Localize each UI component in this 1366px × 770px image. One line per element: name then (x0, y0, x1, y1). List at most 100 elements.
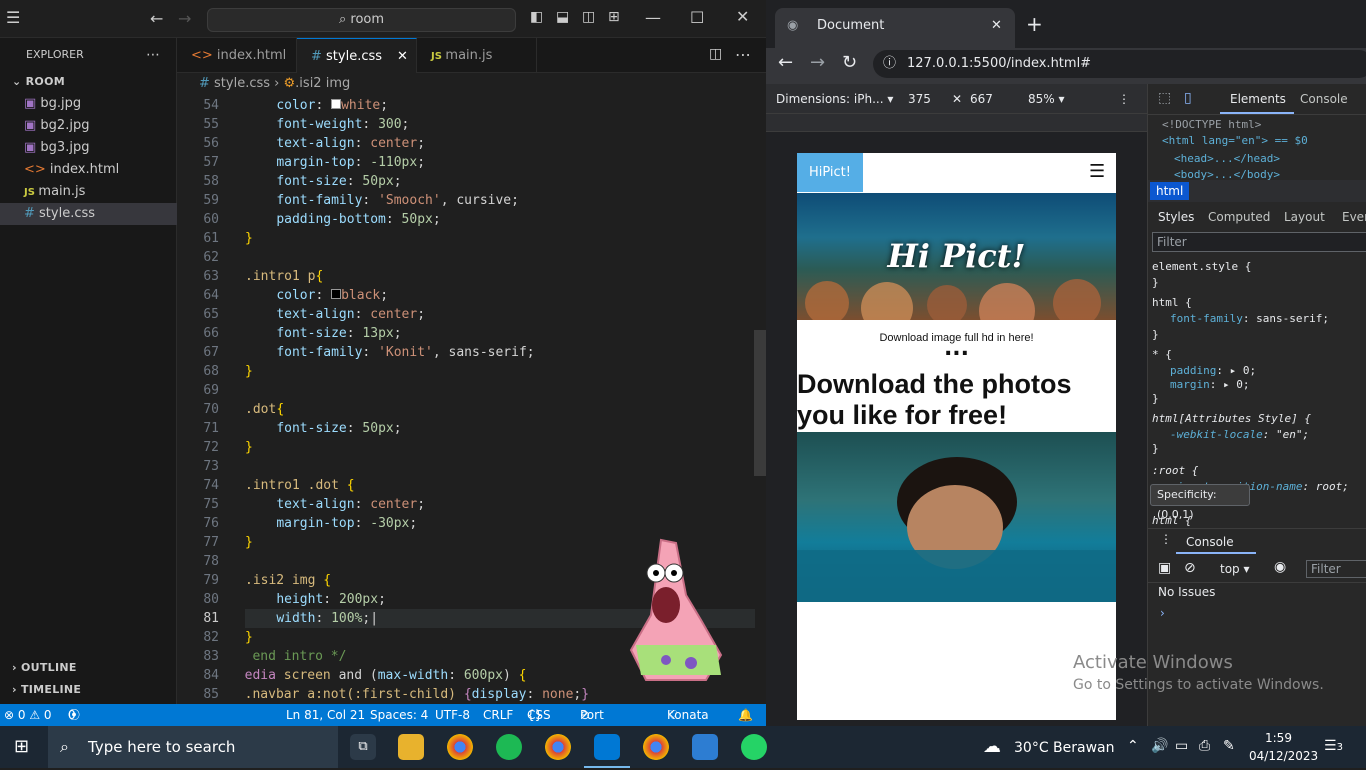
outline-section[interactable]: › OUTLINE (0, 657, 177, 679)
toggle-panel-icon[interactable]: ⬓ (556, 9, 569, 25)
address-bar[interactable]: ⓘ 127.0.0.1:5500/index.html# (873, 50, 1366, 78)
spotify-icon[interactable] (496, 734, 522, 760)
search-placeholder: Type here to search (88, 738, 236, 756)
tab-computed[interactable]: Computed (1208, 210, 1270, 224)
bell-icon[interactable]: 🔔 (738, 704, 753, 726)
chrome-sa-icon[interactable] (643, 734, 669, 760)
chevron-up-icon[interactable]: ⌃ (1127, 738, 1139, 754)
page-logo[interactable]: HiPict! (797, 153, 863, 192)
network-icon[interactable]: ⎙ (1199, 738, 1210, 754)
file-item-style[interactable]: # style.css (0, 203, 177, 225)
vscode-icon[interactable] (594, 734, 620, 760)
sidebar-toggle-icon[interactable]: ▣ (1158, 560, 1171, 576)
head-node[interactable]: <head>...</head> (1174, 152, 1280, 165)
clock-time[interactable]: 1:59 (1265, 731, 1292, 745)
browser-tab[interactable]: ◉ Document ✕ (775, 8, 1015, 48)
crumb-html[interactable]: html (1150, 182, 1190, 200)
file-item-index[interactable]: <> index.html (0, 159, 177, 181)
drawer-tab-console[interactable]: Console (1186, 535, 1234, 549)
menu-icon[interactable]: ☰ (6, 8, 20, 27)
close-tab-icon[interactable]: ✕ (991, 8, 1002, 44)
file-item-main[interactable]: JS main.js (0, 181, 177, 203)
back-arrow-icon[interactable]: ← (150, 9, 163, 28)
forward-arrow-icon[interactable]: → (178, 9, 191, 28)
indentation[interactable]: Spaces: 4 (370, 704, 428, 726)
url-text: 127.0.0.1:5500/index.html# (907, 56, 1092, 71)
more-options-icon[interactable]: ⋮ (1118, 84, 1130, 114)
problems-indicator[interactable]: ⊗ 0 ⚠ 0 (4, 704, 52, 726)
photos-icon[interactable] (692, 734, 718, 760)
device-label: Dimensions: iPh... (776, 92, 884, 106)
console-filter-input[interactable]: Filter (1306, 560, 1366, 578)
notifications-icon[interactable]: ☰3 (1324, 738, 1343, 754)
forward-arrow-icon[interactable]: → (810, 52, 825, 73)
eye-icon[interactable]: ◉ (1274, 559, 1286, 575)
folder-root[interactable]: ⌄ ROOM (0, 71, 177, 93)
windows-start-icon[interactable]: ⊞ (14, 736, 29, 757)
cursor-position[interactable]: Ln 81, Col 21 (286, 704, 365, 726)
pen-icon[interactable]: ✎ (1223, 738, 1235, 754)
split-editor-icon[interactable]: ◫ (709, 46, 722, 62)
device-toggle-icon[interactable]: ▯ (1184, 90, 1192, 106)
encoding[interactable]: UTF-8 (435, 704, 470, 726)
breadcrumb-symbol[interactable]: .isi2 img (295, 76, 350, 91)
tab-event-listeners[interactable]: Event (1342, 210, 1366, 224)
timeline-section[interactable]: › TIMELINE (0, 679, 177, 701)
device-select[interactable]: Dimensions: iPh... ▾ (776, 84, 893, 114)
new-tab-icon[interactable]: + (1026, 12, 1043, 36)
whatsapp-icon[interactable] (741, 734, 767, 760)
volume-icon[interactable]: 🔊 (1151, 738, 1168, 754)
console-prompt-icon[interactable]: › (1160, 606, 1165, 620)
file-label: index.html (49, 162, 120, 177)
tab-main-js[interactable]: JS main.js (417, 38, 537, 73)
minimize-icon[interactable]: — (645, 8, 661, 27)
more-actions-icon[interactable]: ⋯ (146, 44, 166, 66)
symbol-icon: ⚙ (283, 76, 296, 91)
tab-index-html[interactable]: <> index.html (177, 38, 297, 73)
maximize-icon[interactable]: ☐ (690, 8, 704, 27)
weather-text[interactable]: 30°C Berawan (1014, 740, 1115, 756)
file-explorer-icon[interactable] (398, 734, 424, 760)
context-select[interactable]: top ▾ (1220, 562, 1250, 576)
clock-date[interactable]: 04/12/2023 (1249, 749, 1318, 763)
tab-console[interactable]: Console (1300, 92, 1348, 106)
file-item-bg2[interactable]: ▣ bg2.jpg (0, 115, 177, 137)
device-height[interactable]: 667 (970, 84, 993, 114)
device-width[interactable]: 375 (908, 84, 931, 114)
chrome-icon[interactable] (447, 734, 473, 760)
more-actions-icon[interactable]: ⋯ (735, 45, 751, 64)
editor-scrollbar[interactable] (754, 330, 766, 476)
clear-console-icon[interactable]: ⊘ (1184, 560, 1196, 576)
html-node[interactable]: <html lang="en"> == $0 (1162, 134, 1308, 147)
tab-style-css[interactable]: # style.css ✕ (297, 38, 417, 73)
command-center-search[interactable]: ⌕ room (207, 8, 516, 32)
tab-elements[interactable]: Elements (1230, 92, 1286, 106)
toggle-sidebar-icon[interactable]: ◧ (530, 9, 543, 25)
battery-icon[interactable]: ▭ (1175, 738, 1188, 754)
customize-layout-icon[interactable]: ⊞ (608, 9, 620, 25)
line-number-gutter: 54 55 56 57 58 59 60 61 62 63 64 65 66 67 68 69 70 71 72 73… (177, 96, 233, 704)
inspect-icon[interactable]: ⬚ (1158, 90, 1171, 106)
doctype-node[interactable]: <!DOCTYPE html> (1162, 118, 1261, 131)
close-icon[interactable]: ✕ (736, 7, 749, 26)
task-view-icon[interactable]: ⧉ (350, 734, 376, 760)
hamburger-icon[interactable]: ☰ (1089, 161, 1105, 182)
breadcrumb-file[interactable]: style.css (214, 76, 270, 91)
toggle-secondary-sidebar-icon[interactable]: ◫ (582, 9, 595, 25)
file-item-bg[interactable]: ▣ bg.jpg (0, 93, 177, 115)
tab-title: Document (817, 18, 885, 33)
chrome-profile-icon[interactable] (545, 734, 571, 760)
zoom-select[interactable]: 85% ▾ (1028, 84, 1065, 114)
close-tab-icon[interactable]: ✕ (397, 39, 408, 74)
tab-layout[interactable]: Layout (1284, 210, 1325, 224)
file-item-bg3[interactable]: ▣ bg3.jpg (0, 137, 177, 159)
drawer-menu-icon[interactable]: ⋮ (1160, 532, 1172, 546)
line-endings[interactable]: CRLF (483, 704, 513, 726)
line-number: 69 (203, 383, 219, 398)
styles-filter-input[interactable]: Filter (1152, 232, 1366, 252)
taskbar-search[interactable]: ⌕ Type here to search (48, 726, 338, 768)
back-arrow-icon[interactable]: ← (778, 52, 793, 73)
reload-icon[interactable]: ↻ (842, 52, 857, 73)
tab-styles[interactable]: Styles (1158, 210, 1194, 224)
line-number: 84 (203, 668, 219, 683)
